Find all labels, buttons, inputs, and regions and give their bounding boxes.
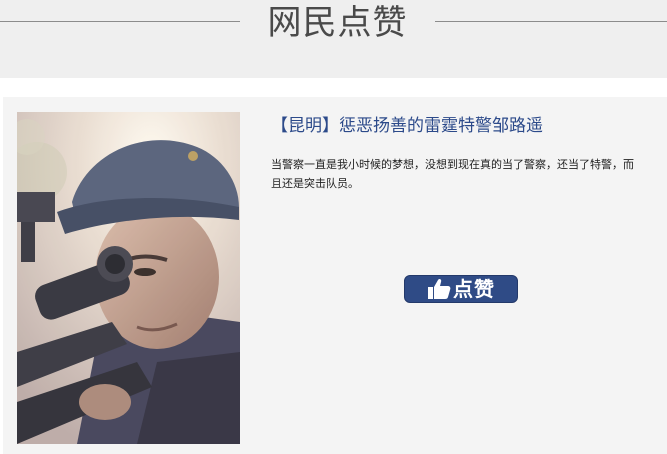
like-button-label: 点赞 [453,277,495,301]
thumbs-up-icon [428,278,451,299]
headline-location[interactable]: 【昆明】 [271,116,339,136]
section-header: 网民点赞 [0,0,667,78]
header-divider-left [0,21,240,22]
article-card: 【昆明】惩恶扬善的雷霆特警邹路遥 当警察一直是我小时候的梦想，没想到现在真的当了… [3,97,667,454]
headline-text[interactable]: 惩恶扬善的雷霆特警邹路遥 [339,116,543,136]
article-description: 当警察一直是我小时候的梦想，没想到现在真的当了警察，还当了特警，而且还是突击队员… [271,158,634,190]
article-photo[interactable] [17,112,240,444]
like-button[interactable]: 点赞 [404,275,518,303]
officer-photo-illustration [17,112,240,444]
article-headline[interactable]: 【昆明】惩恶扬善的雷霆特警邹路遥 [271,114,661,138]
header-divider-right [435,21,667,22]
section-title: 网民点赞 [267,3,408,43]
